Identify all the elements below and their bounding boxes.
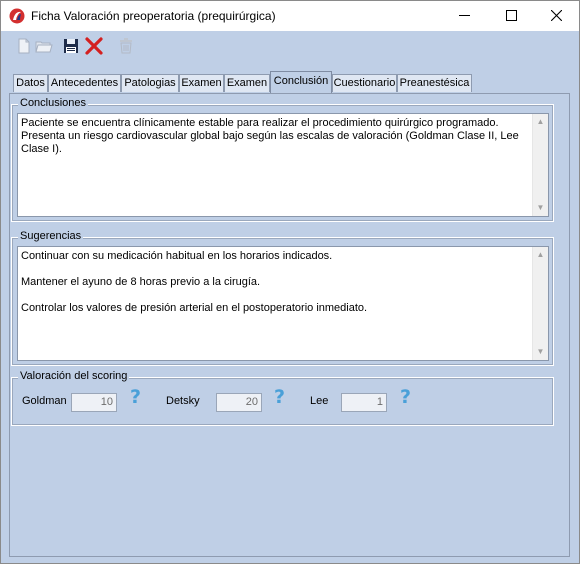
tab-conclusion[interactable]: Conclusión (270, 71, 332, 93)
maximize-button[interactable] (488, 1, 534, 31)
scoring-label: Valoración del scoring (18, 370, 130, 382)
goldman-field[interactable]: 10 (71, 393, 117, 412)
tab-antecedentes[interactable]: Antecedentes (48, 74, 121, 92)
lee-label: Lee (310, 395, 329, 407)
lee-help-icon[interactable]: ? (400, 386, 411, 408)
app-logo-icon (9, 8, 25, 24)
tab-datos[interactable]: Datos (13, 74, 48, 92)
conclusion-panel: Conclusiones Paciente se encuentra clíni… (9, 93, 570, 557)
conclusiones-scrollbar[interactable]: ▲ ▼ (532, 114, 548, 216)
sugerencias-text: Continuar con su medicación habitual en … (21, 250, 368, 314)
tab-preanestesica[interactable]: Preanestésica (397, 74, 472, 92)
sugerencias-label: Sugerencias (18, 230, 84, 242)
scroll-up-arrow-icon[interactable]: ▲ (533, 114, 548, 130)
toolbar (1, 31, 579, 61)
detsky-label: Detsky (166, 395, 200, 407)
delete-icon[interactable] (85, 37, 103, 55)
conclusiones-text: Paciente se encuentra clínicamente estab… (21, 117, 522, 155)
detsky-field[interactable]: 20 (216, 393, 262, 412)
sugerencias-group: Sugerencias Continuar con su medicación … (11, 230, 554, 366)
open-folder-icon[interactable] (35, 37, 53, 55)
lee-field[interactable]: 1 (341, 393, 387, 412)
sugerencias-textarea[interactable]: Continuar con su medicación habitual en … (17, 246, 549, 361)
scroll-down-arrow-icon[interactable]: ▼ (533, 344, 548, 360)
detsky-help-icon[interactable]: ? (274, 386, 285, 408)
scoring-group: Valoración del scoring Goldman 10 ? Dets… (11, 370, 554, 426)
save-icon[interactable] (62, 37, 80, 55)
conclusiones-label: Conclusiones (18, 97, 89, 109)
conclusiones-textarea[interactable]: Paciente se encuentra clínicamente estab… (17, 113, 549, 217)
new-document-icon[interactable] (15, 37, 33, 55)
tab-examen-1[interactable]: Examen (179, 74, 224, 92)
conclusiones-group: Conclusiones Paciente se encuentra clíni… (11, 97, 554, 222)
window-title: Ficha Valoración preoperatoria (prequirú… (31, 9, 276, 23)
scroll-up-arrow-icon[interactable]: ▲ (533, 247, 548, 263)
trash-icon[interactable] (117, 37, 135, 55)
goldman-label: Goldman (22, 395, 67, 407)
sugerencias-scrollbar[interactable]: ▲ ▼ (532, 247, 548, 360)
close-button[interactable] (533, 1, 579, 31)
window: Ficha Valoración preoperatoria (prequirú… (0, 0, 580, 564)
goldman-help-icon[interactable]: ? (130, 386, 141, 408)
tab-cuestionario[interactable]: Cuestionario (332, 74, 397, 92)
tab-patologias[interactable]: Patologias (121, 74, 179, 92)
minimize-button[interactable] (441, 1, 487, 31)
scroll-down-arrow-icon[interactable]: ▼ (533, 200, 548, 216)
tab-examen-2[interactable]: Examen (224, 74, 270, 92)
title-bar: Ficha Valoración preoperatoria (prequirú… (1, 1, 579, 31)
